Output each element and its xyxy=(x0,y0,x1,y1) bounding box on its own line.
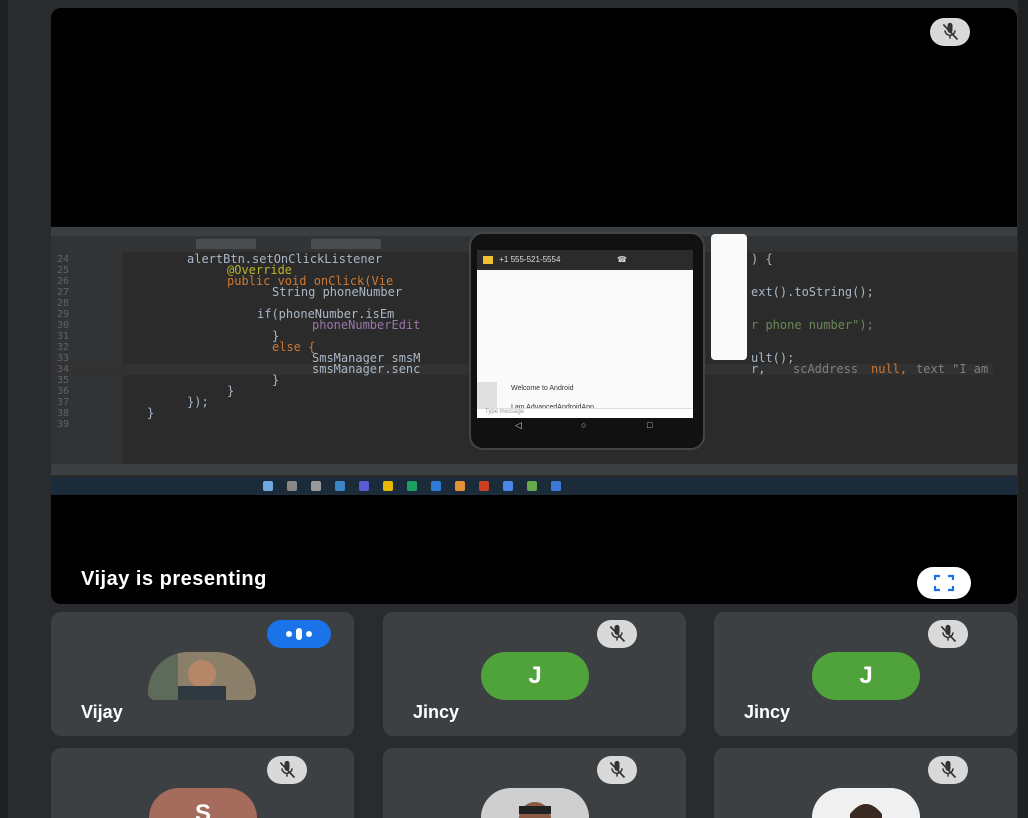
mic-off-icon xyxy=(267,756,307,784)
line-number: 37 xyxy=(57,397,70,408)
code-fragment: text "I am xyxy=(916,362,989,376)
code-text: } xyxy=(272,373,280,387)
contact-number: +1 555-521-5554 xyxy=(499,255,561,264)
back-icon: ◁ xyxy=(515,420,522,430)
recents-icon: □ xyxy=(647,420,653,430)
message-bubble: Welcome to Android xyxy=(511,385,574,392)
line-number: 27 xyxy=(57,287,70,298)
avatar: J xyxy=(481,652,589,700)
phone-app-bar: +1 555-521-5554 ☎ xyxy=(477,250,693,270)
code-text: } xyxy=(147,406,155,420)
line-number: 30 xyxy=(57,320,70,331)
speaking-indicator-icon xyxy=(267,620,331,648)
left-edge xyxy=(0,0,8,818)
line-number: 36 xyxy=(57,386,70,397)
participant-name: Jincy xyxy=(744,702,791,722)
avatar: S xyxy=(149,788,257,818)
line-number: 34 xyxy=(57,364,70,375)
code-text: String phoneNumber xyxy=(272,285,403,299)
windows-taskbar xyxy=(51,477,1017,495)
code-text: smsManager.senc xyxy=(312,362,421,376)
code-fragment: r, xyxy=(751,362,766,376)
mic-off-icon xyxy=(928,756,968,784)
participant-name: Vijay xyxy=(81,702,123,722)
line-number: 24 xyxy=(57,254,70,265)
avatar xyxy=(812,788,920,818)
mic-off-icon xyxy=(930,18,970,46)
presenting-label: Vijay is presenting xyxy=(81,568,267,590)
line-number: 28 xyxy=(57,298,70,309)
code-text: phoneNumberEdit xyxy=(312,318,421,332)
participant-tile[interactable]: J Jincy xyxy=(383,612,686,736)
right-edge xyxy=(1018,0,1028,818)
code-fragment: ext().toString(); xyxy=(751,285,874,299)
line-number: 32 xyxy=(57,342,70,353)
code-text: }); xyxy=(187,395,209,409)
line-number: 33 xyxy=(57,353,70,364)
code-text: } xyxy=(227,384,235,398)
line-number: 39 xyxy=(57,419,70,430)
participant-tile[interactable] xyxy=(383,748,686,818)
line-number: 31 xyxy=(57,331,70,342)
participant-name: Jincy xyxy=(413,702,460,722)
participant-tile[interactable]: S xyxy=(51,748,354,818)
line-number: 35 xyxy=(57,375,70,386)
code-fragment: scAddress xyxy=(793,362,859,376)
fullscreen-button[interactable] xyxy=(917,567,971,599)
avatar: J xyxy=(812,652,920,700)
line-number: 25 xyxy=(57,265,70,276)
home-icon: ○ xyxy=(581,420,587,430)
avatar xyxy=(481,788,589,818)
emulator-toolbar xyxy=(711,234,747,360)
presentation-tile[interactable]: 24 alertBtn.setOnClickListener 25 @Overrid… xyxy=(51,8,1017,604)
line-number: 26 xyxy=(57,276,70,287)
participant-tile[interactable]: Vijay xyxy=(51,612,354,736)
avatar xyxy=(148,652,256,700)
mic-off-icon xyxy=(597,620,637,648)
phone-nav-bar: ◁ ○ □ xyxy=(477,420,693,438)
line-number: 29 xyxy=(57,309,70,320)
mic-off-icon xyxy=(597,756,637,784)
message-thread: Welcome to Android I am AdvancedAndroidA… xyxy=(477,270,693,416)
phone-status-bar xyxy=(477,240,693,250)
ide-status-bar xyxy=(51,464,1017,475)
mic-off-icon xyxy=(928,620,968,648)
message-input: Type message xyxy=(477,408,693,418)
participant-tile[interactable]: J Jincy xyxy=(714,612,1017,736)
fullscreen-icon xyxy=(933,574,955,592)
code-fragment: r phone number"); xyxy=(751,318,874,332)
phone-emulator: +1 555-521-5554 ☎ Welcome to Android I a… xyxy=(469,232,705,450)
participant-tile[interactable] xyxy=(714,748,1017,818)
line-number: 38 xyxy=(57,408,70,419)
code-fragment: null, xyxy=(871,362,908,376)
code-text: else { xyxy=(272,340,316,354)
code-fragment: ) { xyxy=(751,252,773,266)
phone-call-icon: ☎ xyxy=(617,255,627,264)
